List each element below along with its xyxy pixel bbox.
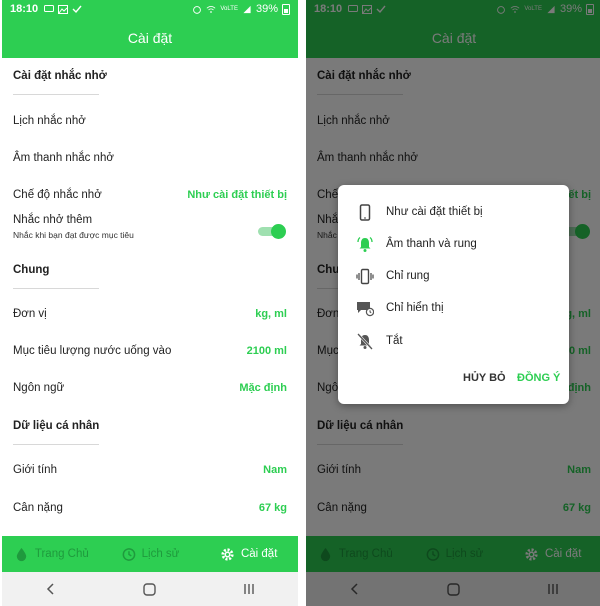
page-title: Cài đặt: [127, 30, 173, 46]
nav-settings[interactable]: Cài đặt: [199, 536, 298, 572]
unit-value[interactable]: kg, ml: [255, 308, 287, 320]
back-icon: [47, 583, 54, 595]
back-button[interactable]: [41, 579, 61, 599]
cancel-button[interactable]: HỦY BỎ: [463, 372, 506, 384]
bell-ring-icon: [356, 235, 374, 253]
reminder-mode-row[interactable]: Chế độ nhắc nhở: [13, 189, 102, 201]
status-right: VoLTE 39%: [192, 3, 290, 15]
goal-value[interactable]: 2100 ml: [247, 345, 287, 357]
reminder-schedule-row[interactable]: Lịch nhắc nhở: [13, 115, 86, 127]
nav-history-label: Lịch sử: [141, 548, 180, 560]
recents-button[interactable]: [239, 579, 259, 599]
download-done-icon: [72, 5, 82, 13]
nav-settings-label: Cài đặt: [240, 548, 278, 560]
system-navigation-bar: [2, 572, 298, 606]
weight-value[interactable]: 67 kg: [259, 502, 287, 514]
section-divider: [13, 288, 99, 289]
language-value[interactable]: Mặc định: [239, 382, 287, 394]
reminder-sound-row[interactable]: Âm thanh nhắc nhở: [13, 152, 114, 164]
status-notification-icons: [44, 4, 82, 14]
wifi-icon: [206, 5, 216, 13]
section-divider: [13, 94, 99, 95]
settings-list[interactable]: Cài đặt nhắc nhở Lịch nhắc nhở Âm thanh …: [2, 58, 298, 536]
gear-icon: [221, 547, 234, 561]
dialog-option-vibrate-only[interactable]: Chỉ rung: [356, 265, 429, 287]
dialog-option-sound-vibrate[interactable]: Âm thanh và rung: [356, 233, 477, 255]
dialog-option-label: Tắt: [386, 335, 403, 347]
extra-reminder-toggle[interactable]: [258, 224, 286, 239]
app-bar: Cài đặt: [2, 18, 298, 58]
section-header-reminder: Cài đặt nhắc nhở: [13, 70, 107, 82]
section-divider: [13, 444, 99, 445]
gender-row[interactable]: Giới tính: [13, 464, 57, 476]
home-icon: [143, 582, 157, 596]
history-icon: [122, 547, 135, 561]
section-header-general: Chung: [13, 264, 50, 276]
nav-home-label: Trang Chủ: [34, 548, 89, 560]
dialog-option-label: Như cài đặt thiết bị: [386, 206, 483, 218]
dialog-option-label: Âm thanh và rung: [386, 238, 477, 250]
home-button[interactable]: [140, 579, 160, 599]
unit-row[interactable]: Đơn vị: [13, 308, 47, 320]
language-row[interactable]: Ngôn ngữ: [13, 382, 64, 394]
bell-off-icon: [356, 332, 374, 350]
chat-icon: [44, 4, 55, 12]
dialog-option-device[interactable]: Như cài đặt thiết bị: [356, 201, 483, 223]
vibrate-icon: [356, 267, 374, 285]
gender-value[interactable]: Nam: [263, 464, 287, 476]
water-drop-icon: [16, 547, 27, 561]
message-clock-icon: [356, 299, 374, 317]
dialog-option-display-only[interactable]: Chỉ hiển thị: [356, 297, 444, 319]
alarm-icon: [193, 5, 202, 14]
goal-row[interactable]: Mục tiêu lượng nước uống vào: [13, 345, 171, 357]
dialog-option-label: Chỉ rung: [386, 270, 430, 282]
network-type: VoLTE: [220, 6, 238, 12]
confirm-button[interactable]: ĐỒNG Ý: [517, 372, 560, 384]
dialog-option-label: Chỉ hiển thị: [386, 302, 444, 314]
dialog-option-off[interactable]: Tắt: [356, 330, 403, 352]
section-header-personal: Dữ liệu cá nhân: [13, 420, 100, 432]
nav-home[interactable]: Trang Chủ: [2, 536, 101, 572]
status-time: 18:10: [10, 3, 39, 15]
toggle-thumb: [271, 224, 286, 239]
bottom-navigation: Trang Chủ Lịch sử Cài đặt: [2, 536, 298, 572]
settings-screen: 18:10 VoLTE 39% Cài đặt Cài đặt nhắc nhở…: [2, 0, 298, 606]
reminder-mode-value[interactable]: Như cài đặt thiết bị: [187, 189, 287, 201]
battery-icon: [282, 3, 290, 15]
settings-screen-with-dialog: 18:10 VoLTE 39% Cài đặt Cài đặt nhắc nhở…: [306, 0, 600, 606]
phone-icon: [356, 203, 374, 221]
weight-row[interactable]: Cân nặng: [13, 502, 63, 514]
status-bar: 18:10 VoLTE 39%: [2, 0, 298, 18]
battery-percent: 39%: [255, 3, 278, 15]
reminder-mode-dialog: Như cài đặt thiết bị Âm thanh và rung Ch…: [338, 185, 569, 404]
recents-icon: [243, 584, 254, 594]
image-icon: [58, 4, 69, 14]
nav-history[interactable]: Lịch sử: [101, 536, 200, 572]
extra-reminder-label: Nhắc nhở thêm: [13, 214, 93, 226]
extra-reminder-subtitle: Nhắc khi bạn đạt được mục tiêu: [13, 230, 134, 240]
signal-icon: [243, 5, 251, 13]
